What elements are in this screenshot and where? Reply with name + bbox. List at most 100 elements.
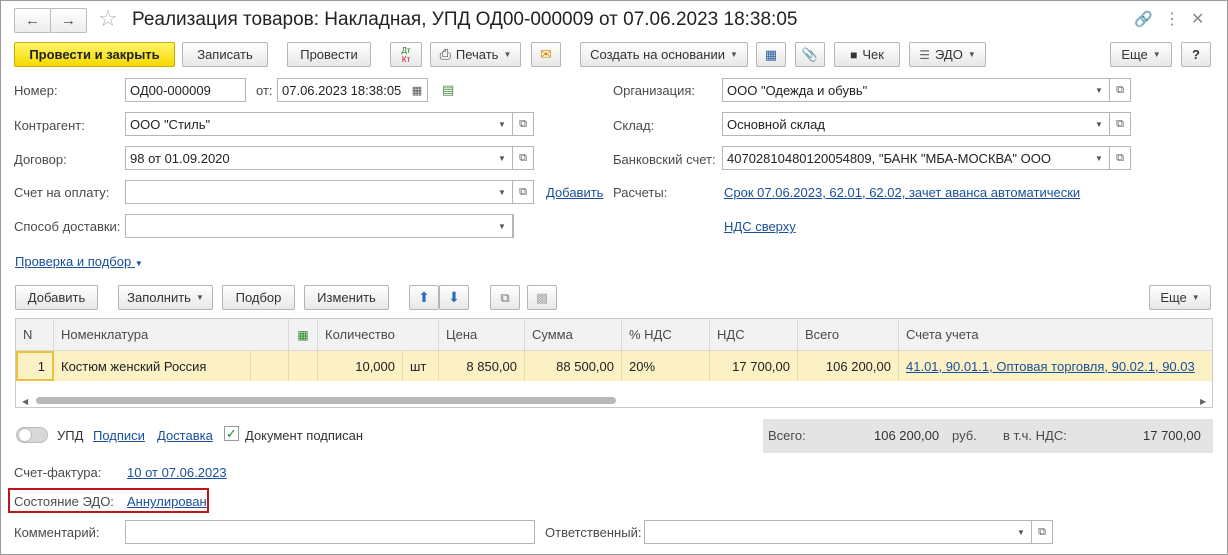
org-dropdown[interactable]: ▼	[1089, 78, 1110, 102]
goods-table: N Номенклатура ▦ Количество Цена Сумма %…	[15, 318, 1213, 408]
chevron-down-icon: ▼	[134, 259, 143, 268]
select-button[interactable]: Подбор	[222, 285, 295, 310]
history-icon[interactable]: ▤	[442, 82, 454, 98]
invoice-pay-label: Счет на оплату:	[14, 185, 110, 200]
org-open-button[interactable]: ⧉	[1110, 78, 1131, 102]
chevron-down-icon: ▼	[1152, 50, 1161, 59]
cell-sum[interactable]: 88 500,00	[525, 351, 622, 381]
contractor-field[interactable]: ООО "Стиль"	[125, 112, 493, 136]
invoice-pay-open-button[interactable]: ⧉	[513, 180, 534, 204]
column-header-unit-switch[interactable]: ▦	[289, 319, 318, 351]
link-icon[interactable]: 🔗	[1134, 10, 1153, 28]
edo-state-link[interactable]: Аннулирован	[127, 494, 207, 509]
save-button[interactable]: Записать	[182, 42, 268, 67]
cell-total[interactable]: 106 200,00	[798, 351, 899, 381]
responsible-dropdown[interactable]: ▼	[1011, 520, 1032, 544]
calendar-button[interactable]: ▦	[407, 78, 428, 102]
vat-on-top-link[interactable]: НДС сверху	[724, 219, 796, 234]
dt-label: Дт	[401, 45, 411, 55]
settlements-link[interactable]: Срок 07.06.2023, 62.01, 62.02, зачет ава…	[724, 185, 1080, 200]
upd-toggle[interactable]	[16, 427, 48, 443]
cell-unit[interactable]: шт	[403, 351, 439, 381]
warehouse-label: Склад:	[613, 118, 655, 133]
contractor-dropdown[interactable]: ▼	[492, 112, 513, 136]
structure-button[interactable]: ▦	[756, 42, 786, 67]
post-and-close-button[interactable]: Провести и закрыть	[14, 42, 175, 67]
post-button[interactable]: Провести	[287, 42, 371, 67]
invoice-pay-field[interactable]	[125, 180, 493, 204]
kebab-icon[interactable]: ⋮	[1164, 9, 1180, 29]
document-signed-checkbox[interactable]: ✓	[224, 426, 239, 441]
paste-rows-button[interactable]: ▩	[527, 285, 557, 310]
bank-open-button[interactable]: ⧉	[1110, 146, 1131, 170]
cell-item-extra[interactable]	[251, 351, 289, 381]
vat-included-value: 17 700,00	[1143, 428, 1201, 443]
cell-qty[interactable]: 10,000	[318, 351, 403, 381]
change-button[interactable]: Изменить	[304, 285, 389, 310]
move-down-button[interactable]: ⬇	[439, 285, 469, 310]
responsible-field[interactable]	[644, 520, 1012, 544]
contractor-open-button[interactable]: ⧉	[513, 112, 534, 136]
copy-rows-button[interactable]: ⧉	[490, 285, 520, 310]
comment-field[interactable]	[125, 520, 535, 544]
column-header-n[interactable]: N	[16, 319, 54, 351]
cell-vat[interactable]: 17 700,00	[710, 351, 798, 381]
help-button[interactable]: ?	[1181, 42, 1211, 67]
cell-switch[interactable]	[289, 351, 318, 381]
close-icon[interactable]: ✕	[1191, 9, 1204, 29]
column-header-total[interactable]: Всего	[798, 319, 899, 351]
org-field[interactable]: ООО "Одежда и обувь"	[722, 78, 1090, 102]
column-header-item[interactable]: Номенклатура	[54, 319, 289, 351]
delivery-link[interactable]: Доставка	[157, 428, 213, 443]
create-based-button[interactable]: Создать на основании ▼	[580, 42, 748, 67]
column-header-price[interactable]: Цена	[439, 319, 525, 351]
print-button[interactable]: ⎙ Печать ▼	[430, 42, 521, 67]
column-header-vat[interactable]: НДС	[710, 319, 798, 351]
scroll-left-icon[interactable]: ◀	[22, 397, 28, 406]
table-more-button[interactable]: Еще ▼	[1149, 285, 1211, 310]
warehouse-dropdown[interactable]: ▼	[1089, 112, 1110, 136]
back-button[interactable]: ←	[14, 8, 51, 33]
add-link[interactable]: Добавить	[546, 185, 603, 200]
post-label: Провести	[300, 47, 358, 62]
warehouse-field[interactable]: Основной склад	[722, 112, 1090, 136]
signatures-link[interactable]: Подписи	[93, 428, 145, 443]
cell-n[interactable]: 1	[16, 351, 54, 381]
cell-vat-rate[interactable]: 20%	[622, 351, 710, 381]
bank-field[interactable]: 40702810480120054809, "БАНК "МБА-МОСКВА"…	[722, 146, 1090, 170]
column-header-sum[interactable]: Сумма	[525, 319, 622, 351]
cell-price[interactable]: 8 850,00	[439, 351, 525, 381]
scroll-right-icon[interactable]: ▶	[1200, 397, 1206, 406]
email-button[interactable]: ✉	[531, 42, 561, 67]
check-selection-label: Проверка и подбор	[15, 254, 132, 269]
star-icon[interactable]: ☆	[98, 6, 118, 32]
dt-kt-button[interactable]: Дт Кт	[390, 42, 422, 67]
delivery-field[interactable]	[125, 214, 514, 238]
bank-dropdown[interactable]: ▼	[1089, 146, 1110, 170]
invoice-link[interactable]: 10 от 07.06.2023	[127, 465, 227, 480]
column-header-qty[interactable]: Количество	[318, 319, 439, 351]
more-button[interactable]: Еще ▼	[1110, 42, 1172, 67]
number-field[interactable]: ОД00-000009	[125, 78, 246, 102]
cell-accounts[interactable]: 41.01, 90.01.1, Оптовая торговля, 90.02.…	[899, 351, 1212, 381]
column-header-accounts[interactable]: Счета учета	[899, 319, 1212, 351]
cell-item[interactable]: Костюм женский Россия	[54, 351, 251, 381]
column-header-vat-rate[interactable]: % НДС	[622, 319, 710, 351]
move-up-button[interactable]: ⬆	[409, 285, 439, 310]
contract-field[interactable]: 98 от 01.09.2020	[125, 146, 493, 170]
warehouse-open-button[interactable]: ⧉	[1110, 112, 1131, 136]
invoice-pay-dropdown[interactable]: ▼	[492, 180, 513, 204]
check-button[interactable]: ■ Чек	[834, 42, 900, 67]
edo-button[interactable]: ☰ ЭДО ▼	[909, 42, 986, 67]
date-field[interactable]: 07.06.2023 18:38:05	[277, 78, 408, 102]
forward-button[interactable]: →	[50, 8, 87, 33]
add-row-button[interactable]: Добавить	[15, 285, 98, 310]
responsible-open-button[interactable]: ⧉	[1032, 520, 1053, 544]
contract-dropdown[interactable]: ▼	[492, 146, 513, 170]
delivery-dropdown[interactable]: ▼	[492, 214, 513, 238]
attach-button[interactable]: 📎	[795, 42, 825, 67]
contract-open-button[interactable]: ⧉	[513, 146, 534, 170]
check-selection-link[interactable]: Проверка и подбор ▼	[15, 254, 143, 269]
horizontal-scrollbar-thumb[interactable]	[36, 397, 616, 404]
fill-button[interactable]: Заполнить ▼	[118, 285, 213, 310]
